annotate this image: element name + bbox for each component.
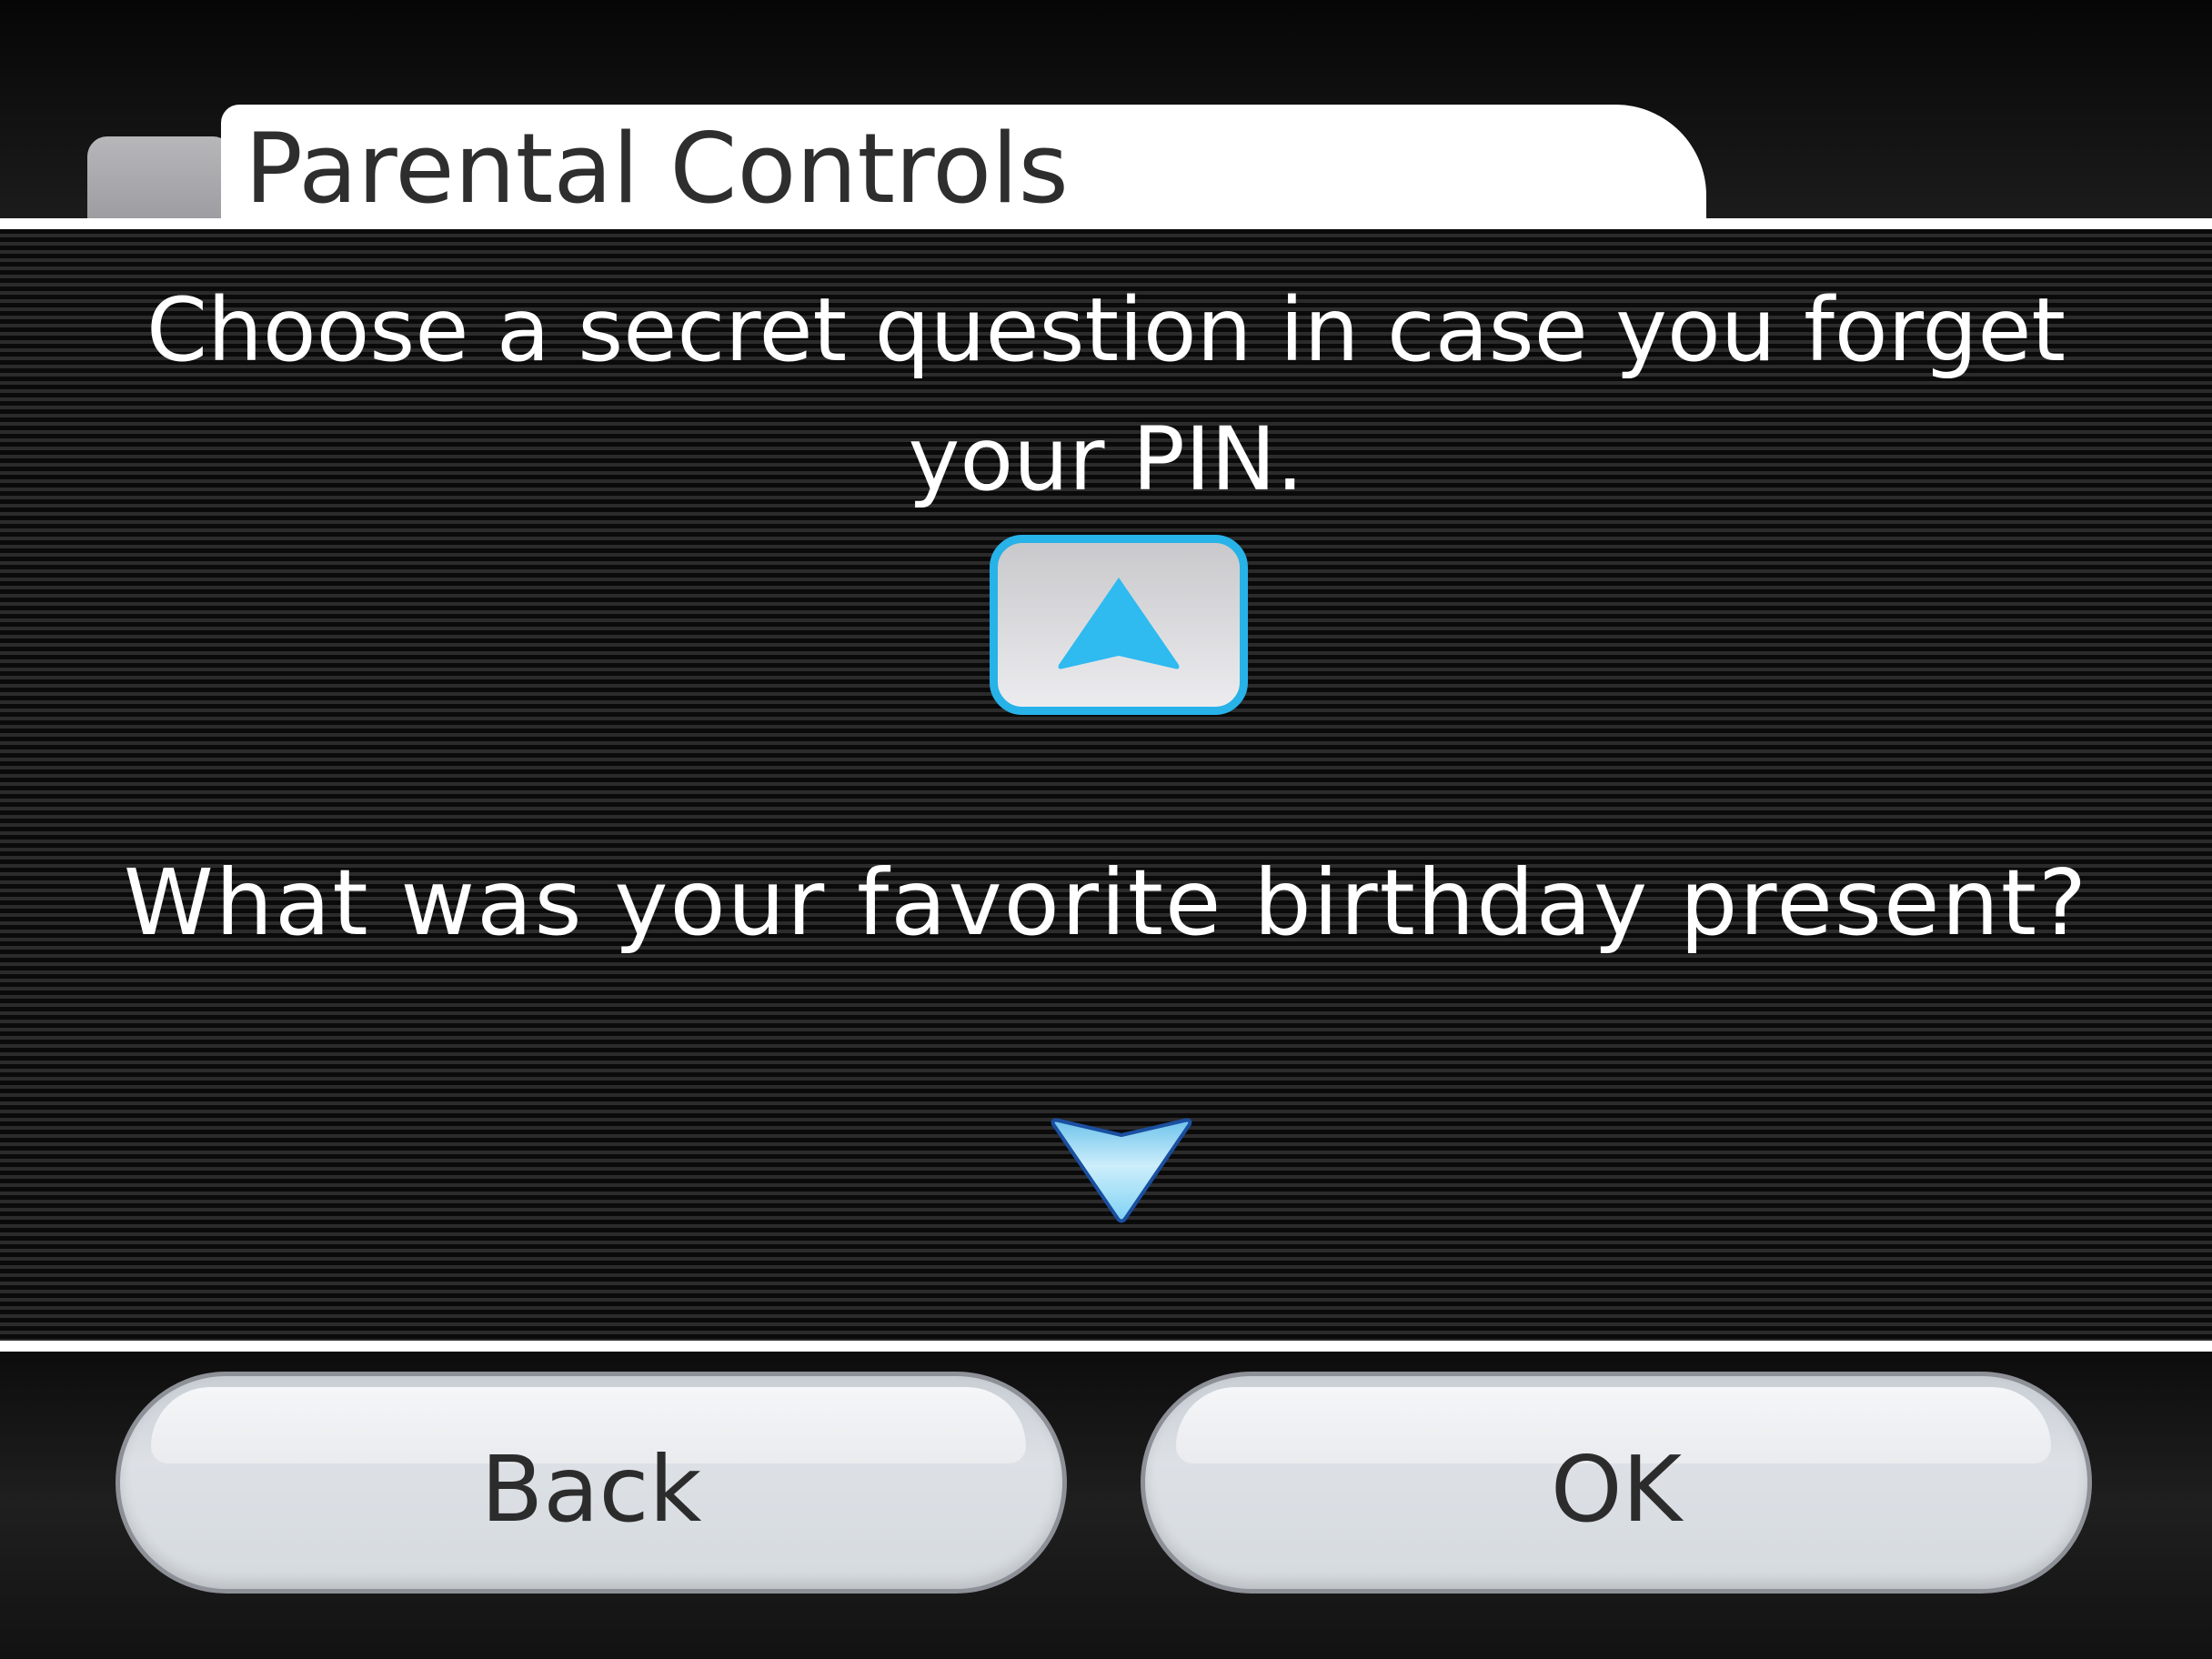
back-button[interactable]: Back <box>116 1372 1067 1594</box>
background-tab <box>87 136 233 224</box>
question-panel: Choose a secret question in case you for… <box>0 229 2212 1341</box>
back-button-label: Back <box>480 1436 702 1543</box>
footer-bar: Back OK <box>0 1352 2212 1659</box>
header-divider <box>0 218 2212 229</box>
title-tab: Parental Controls <box>221 105 1706 227</box>
instruction-text: Choose a secret question in case you for… <box>146 279 2066 510</box>
secret-question-option[interactable]: What was your favorite birthday present? <box>36 844 2176 962</box>
parental-controls-screen: Parental Controls Choose a secret questi… <box>0 0 2212 1659</box>
ok-button[interactable]: OK <box>1141 1372 2092 1594</box>
footer-divider <box>0 1341 2212 1352</box>
triangle-up-icon <box>1058 578 1180 669</box>
ok-button-label: OK <box>1550 1436 1683 1543</box>
page-title: Parental Controls <box>245 113 1069 225</box>
header-bar: Parental Controls <box>0 0 2212 227</box>
triangle-down-icon[interactable] <box>1048 1117 1195 1224</box>
scroll-up-button[interactable] <box>990 535 1248 715</box>
